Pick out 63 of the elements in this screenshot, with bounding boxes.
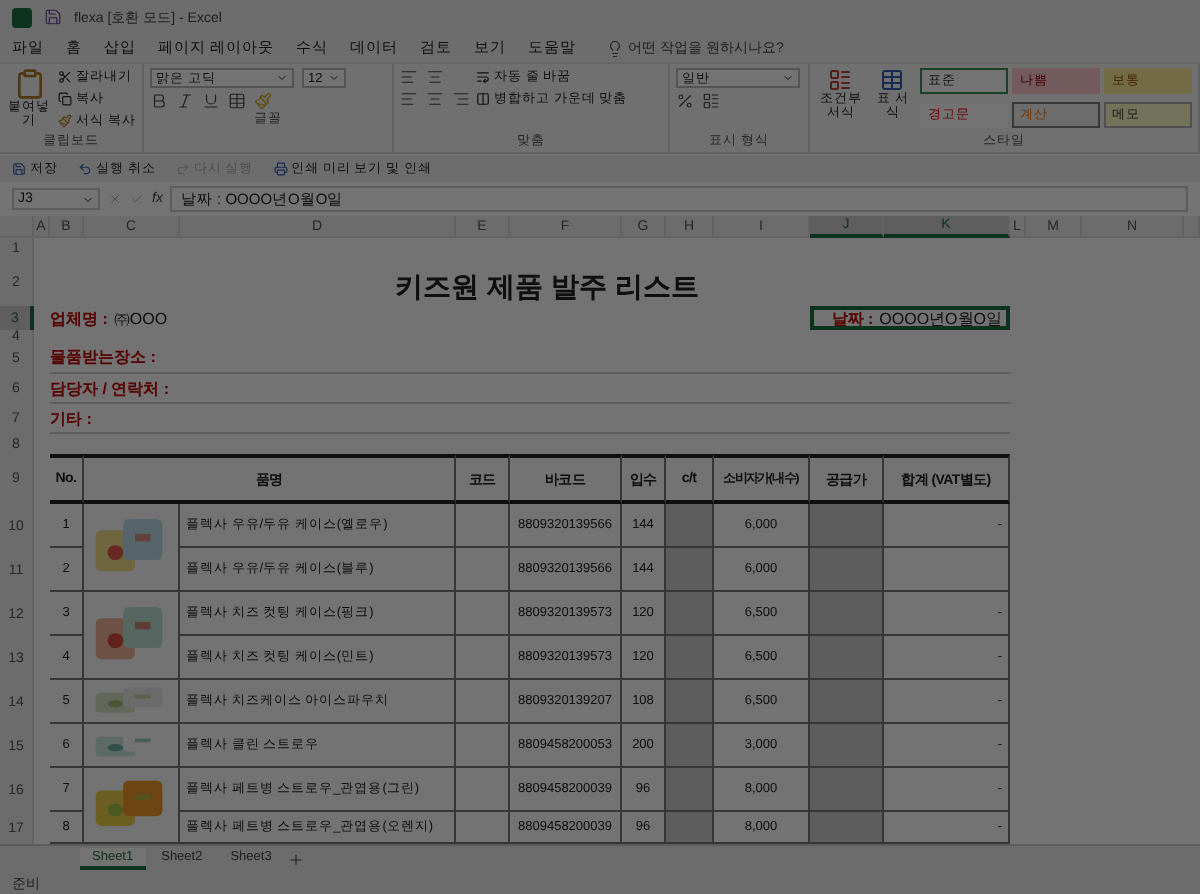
- table-cell: [456, 548, 510, 592]
- save-icon[interactable]: [44, 8, 62, 26]
- table-cell: [456, 592, 510, 636]
- table-icon: [880, 68, 905, 92]
- cancel-icon[interactable]: [108, 192, 122, 206]
- table-cell: [884, 548, 1010, 592]
- fill-color-icon[interactable]: [254, 92, 272, 110]
- shaded-cell: [810, 592, 884, 636]
- caret-icon: [328, 72, 340, 84]
- field-label: 업체명 :: [50, 307, 108, 329]
- align-right-icon[interactable]: [452, 90, 470, 108]
- copy-icon: [58, 92, 73, 106]
- redo-icon: [175, 162, 190, 176]
- add-sheet-icon[interactable]: [287, 851, 304, 867]
- align-center-icon[interactable]: [426, 90, 444, 108]
- paintbrush-icon: [58, 114, 73, 128]
- undo-icon: [78, 162, 92, 176]
- shaded-cell: [666, 504, 714, 548]
- lightbulb-icon[interactable]: [606, 39, 625, 57]
- align-left-icon[interactable]: [400, 90, 418, 108]
- scissors-icon: [58, 70, 73, 84]
- table-cell: [456, 768, 510, 812]
- wrap-text-icon: [476, 70, 490, 84]
- printer-icon: [273, 162, 288, 176]
- underline-icon[interactable]: [202, 92, 220, 110]
- merge-icon: [476, 92, 490, 106]
- list-icon: [828, 68, 853, 92]
- percent-icon[interactable]: [676, 92, 694, 110]
- table-cell: [456, 724, 510, 768]
- shaded-cell: [810, 548, 884, 592]
- borders-icon[interactable]: [228, 92, 246, 110]
- shaded-cell: [666, 636, 714, 680]
- enter-icon[interactable]: [130, 192, 144, 206]
- field-label: 날짜 :: [831, 310, 874, 326]
- caret-icon: [276, 72, 288, 84]
- field-label: 물품받는장소 :: [50, 342, 1010, 374]
- shaded-cell: [666, 768, 714, 812]
- shaded-cell: [810, 724, 884, 768]
- clipboard-icon: [13, 68, 46, 100]
- table-cell: [456, 636, 510, 680]
- save-icon: [12, 162, 26, 176]
- excel-logo-icon: [12, 7, 32, 27]
- bold-icon[interactable]: [150, 92, 168, 110]
- caret-icon: [782, 72, 794, 84]
- field-label: 기타 :: [50, 404, 1010, 434]
- shaded-cell: [810, 504, 884, 548]
- field-value: ㈜OOO: [113, 307, 168, 329]
- comma-style-icon[interactable]: [702, 92, 720, 110]
- shaded-cell: [666, 592, 714, 636]
- field-value: OOOO년O월O일: [879, 310, 1002, 326]
- selected-cell[interactable]: 날짜 : OOOO년O월O일: [810, 306, 1010, 330]
- shaded-cell: [666, 724, 714, 768]
- shaded-cell: [810, 768, 884, 812]
- italic-icon[interactable]: [176, 92, 194, 110]
- shaded-cell: [666, 548, 714, 592]
- shaded-cell: [810, 680, 884, 724]
- shaded-cell: [666, 680, 714, 724]
- sheet-title: 키즈원 제품 발주 리스트: [393, 268, 701, 306]
- table-cell: [456, 504, 510, 548]
- table-cell: [456, 680, 510, 724]
- shaded-cell: [810, 636, 884, 680]
- caret-icon: [82, 193, 94, 205]
- field-label: 담당자 / 연락처 :: [50, 374, 1010, 404]
